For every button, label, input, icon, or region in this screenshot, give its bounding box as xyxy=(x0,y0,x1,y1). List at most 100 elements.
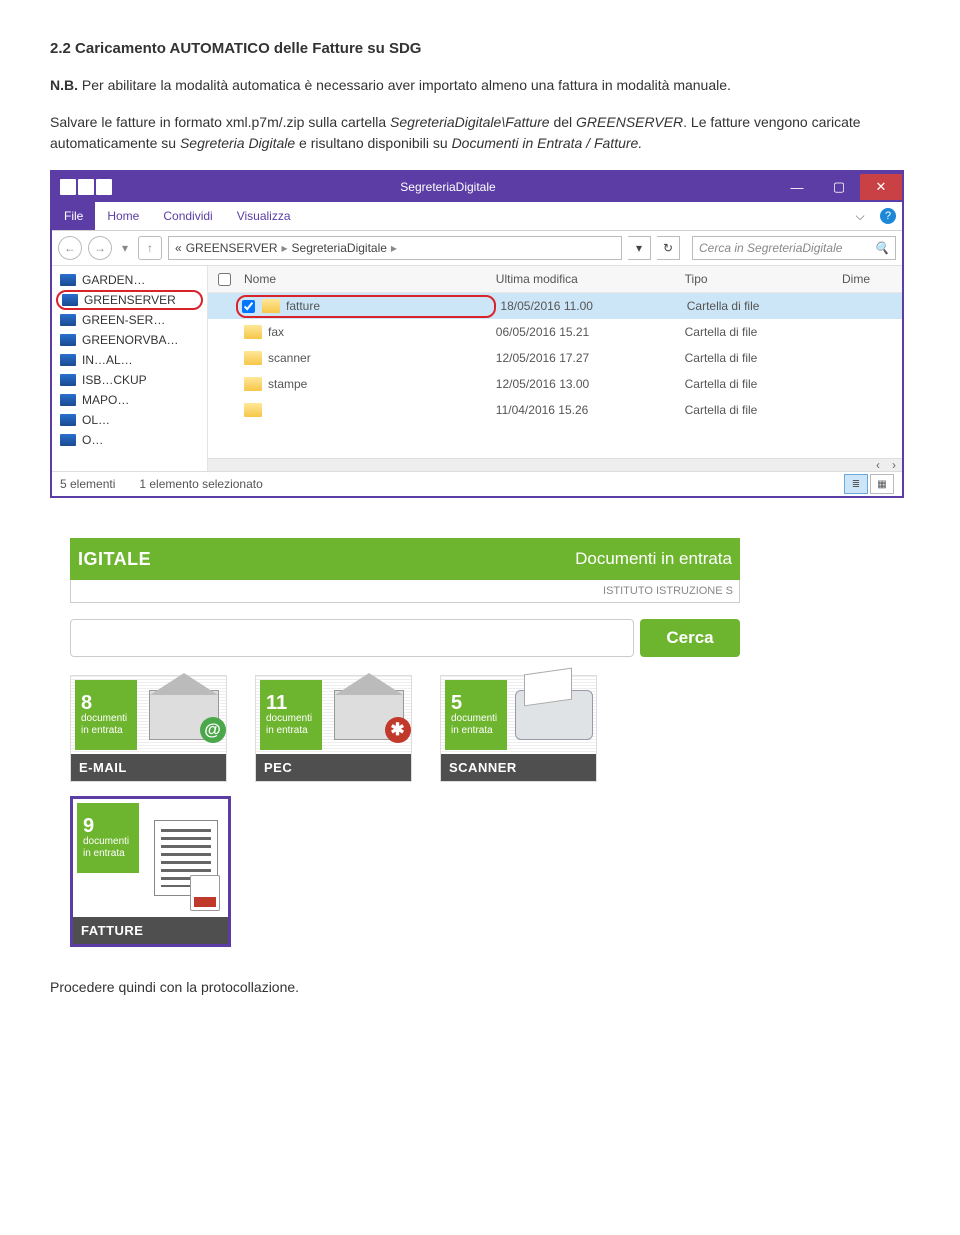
crumb-server[interactable]: GREENSERVER xyxy=(186,241,278,255)
select-all-checkbox[interactable] xyxy=(218,273,231,286)
envelope-icon: @ xyxy=(149,690,219,740)
file-type: Cartella di file xyxy=(685,403,842,417)
side-label: OL… xyxy=(82,413,110,427)
breadcrumb-address[interactable]: « GREENSERVER ▸ SegreteriaDigitale ▸ xyxy=(168,236,622,260)
side-tree-item-greenserver[interactable]: GREENSERVER xyxy=(56,290,203,310)
file-type: Cartella di file xyxy=(687,299,842,313)
window-titlebar[interactable]: SegreteriaDigitale — ▢ ✕ xyxy=(52,172,902,202)
computer-icon xyxy=(60,374,76,386)
folder-icon xyxy=(244,377,262,391)
pdf-icon xyxy=(190,875,220,911)
webapp-header: IGITALE Documenti in entrata xyxy=(70,538,740,580)
app-name: Segreteria Digitale xyxy=(180,135,295,151)
maximize-button[interactable]: ▢ xyxy=(818,174,860,200)
close-button[interactable]: ✕ xyxy=(860,174,902,200)
address-dropdown-icon[interactable]: ▾ xyxy=(628,236,651,260)
file-name: stampe xyxy=(268,377,307,391)
horizontal-scrollbar[interactable]: ‹ › xyxy=(208,458,902,471)
minimize-button[interactable]: — xyxy=(776,174,818,200)
file-explorer-window: SegreteriaDigitale — ▢ ✕ File Home Condi… xyxy=(50,170,904,498)
col-type[interactable]: Tipo xyxy=(685,272,842,286)
envelope-icon: ✱ xyxy=(334,690,404,740)
file-type: Cartella di file xyxy=(685,377,842,391)
ribbon: File Home Condividi Visualizza ⌵ ? xyxy=(52,202,902,231)
scroll-left-icon[interactable]: ‹ xyxy=(870,459,886,471)
file-modified: 12/05/2016 13.00 xyxy=(496,377,685,391)
count-badge: 5 documenti in entrata xyxy=(445,680,507,750)
nav-forward-button[interactable]: → xyxy=(88,236,112,260)
quick-access-icons xyxy=(60,179,112,195)
table-row-fatture[interactable]: fatture 18/05/2016 11.00 Cartella di fil… xyxy=(208,293,902,319)
ribbon-tab-share[interactable]: Condividi xyxy=(151,202,224,230)
ribbon-tab-view[interactable]: Visualizza xyxy=(225,202,303,230)
view-tiles-button[interactable]: ▦ xyxy=(870,474,894,494)
computer-icon xyxy=(60,334,76,346)
scroll-right-icon[interactable]: › xyxy=(886,459,902,471)
path-folder: SegreteriaDigitale\Fatture xyxy=(390,114,550,130)
view-details-button[interactable]: ≣ xyxy=(844,474,868,494)
file-name: scanner xyxy=(268,351,311,365)
side-tree-item[interactable]: ISB…CKUP xyxy=(52,370,207,390)
file-modified: 12/05/2016 17.27 xyxy=(496,351,685,365)
col-name[interactable]: Nome xyxy=(240,272,496,286)
search-icon: 🔍 xyxy=(874,241,889,255)
txt: del xyxy=(550,114,576,130)
table-row[interactable]: fax 06/05/2016 15.21 Cartella di file xyxy=(208,319,902,345)
file-name: fax xyxy=(268,325,284,339)
nb-prefix: N.B. xyxy=(50,77,78,93)
search-input[interactable]: Cerca in SegreteriaDigitale 🔍 xyxy=(692,236,896,260)
card-pec[interactable]: 11 documenti in entrata ✱ PEC xyxy=(255,675,412,782)
badge-number: 11 xyxy=(266,693,287,713)
row-checkbox[interactable] xyxy=(242,300,255,313)
side-tree-item[interactable]: OL… xyxy=(52,410,207,430)
count-badge: 11 documenti in entrata xyxy=(260,680,322,750)
school-label: ISTITUTO ISTRUZIONE S xyxy=(70,580,740,603)
badge-number: 8 xyxy=(81,693,92,713)
col-modified[interactable]: Ultima modifica xyxy=(496,272,685,286)
table-row[interactable]: scanner 12/05/2016 17.27 Cartella di fil… xyxy=(208,345,902,371)
side-tree-item[interactable]: O… xyxy=(52,430,207,450)
computer-icon xyxy=(62,294,78,306)
crumb-sep-icon: ▸ xyxy=(391,241,397,255)
crumb-folder[interactable]: SegreteriaDigitale xyxy=(292,241,387,255)
folder-icon xyxy=(60,179,76,195)
nb-text: Per abilitare la modalità automatica è n… xyxy=(78,77,731,93)
side-label: GARDEN… xyxy=(82,273,145,287)
search-input[interactable] xyxy=(70,619,634,657)
nav-back-button[interactable]: ← xyxy=(58,236,82,260)
side-tree-item[interactable]: MAPO… xyxy=(52,390,207,410)
card-fatture[interactable]: 9 documenti in entrata FATTURE xyxy=(70,796,231,947)
card-scanner[interactable]: 5 documenti in entrata SCANNER xyxy=(440,675,597,782)
search-button[interactable]: Cerca xyxy=(640,619,740,657)
card-label: FATTURE xyxy=(73,917,228,944)
nav-up-button[interactable]: ↑ xyxy=(138,236,162,260)
computer-icon xyxy=(60,394,76,406)
seal-icon: ✱ xyxy=(385,717,411,743)
crumb-sep-icon: ▸ xyxy=(282,241,288,255)
nav-history-dropdown[interactable]: ▾ xyxy=(118,237,132,259)
ribbon-file-menu[interactable]: File xyxy=(52,202,95,230)
chevron-down-icon[interactable] xyxy=(96,179,112,195)
status-selected: 1 elemento selezionato xyxy=(139,477,262,491)
side-tree-item[interactable]: GARDEN… xyxy=(52,270,207,290)
side-label: GREENSERVER xyxy=(84,293,176,307)
side-tree-item[interactable]: IN…AL… xyxy=(52,350,207,370)
column-headers[interactable]: Nome Ultima modifica Tipo Dime xyxy=(208,266,902,293)
nav-tree[interactable]: GARDEN… GREENSERVER GREEN-SER… GREENORVB… xyxy=(52,266,208,471)
card-label: SCANNER xyxy=(441,754,596,781)
table-row[interactable]: stampe 12/05/2016 13.00 Cartella di file xyxy=(208,371,902,397)
table-row[interactable]: 11/04/2016 15.26 Cartella di file xyxy=(208,397,902,423)
col-size[interactable]: Dime xyxy=(842,272,902,286)
instructions: Salvare le fatture in formato xml.p7m/.z… xyxy=(50,112,910,154)
ribbon-tab-home[interactable]: Home xyxy=(95,202,151,230)
card-email[interactable]: 8 documenti in entrata @ E-MAIL xyxy=(70,675,227,782)
scanner-icon xyxy=(515,690,593,740)
help-icon[interactable]: ? xyxy=(880,208,896,224)
ribbon-expand-icon[interactable]: ⌵ xyxy=(846,202,874,230)
refresh-button[interactable]: ↻ xyxy=(657,236,680,260)
header-section-title[interactable]: Documenti in entrata xyxy=(151,549,732,569)
side-tree-item[interactable]: GREENORVBA… xyxy=(52,330,207,350)
side-tree-item[interactable]: GREEN-SER… xyxy=(52,310,207,330)
file-type: Cartella di file xyxy=(685,325,842,339)
closing-note: Procedere quindi con la protocollazione. xyxy=(50,977,910,998)
